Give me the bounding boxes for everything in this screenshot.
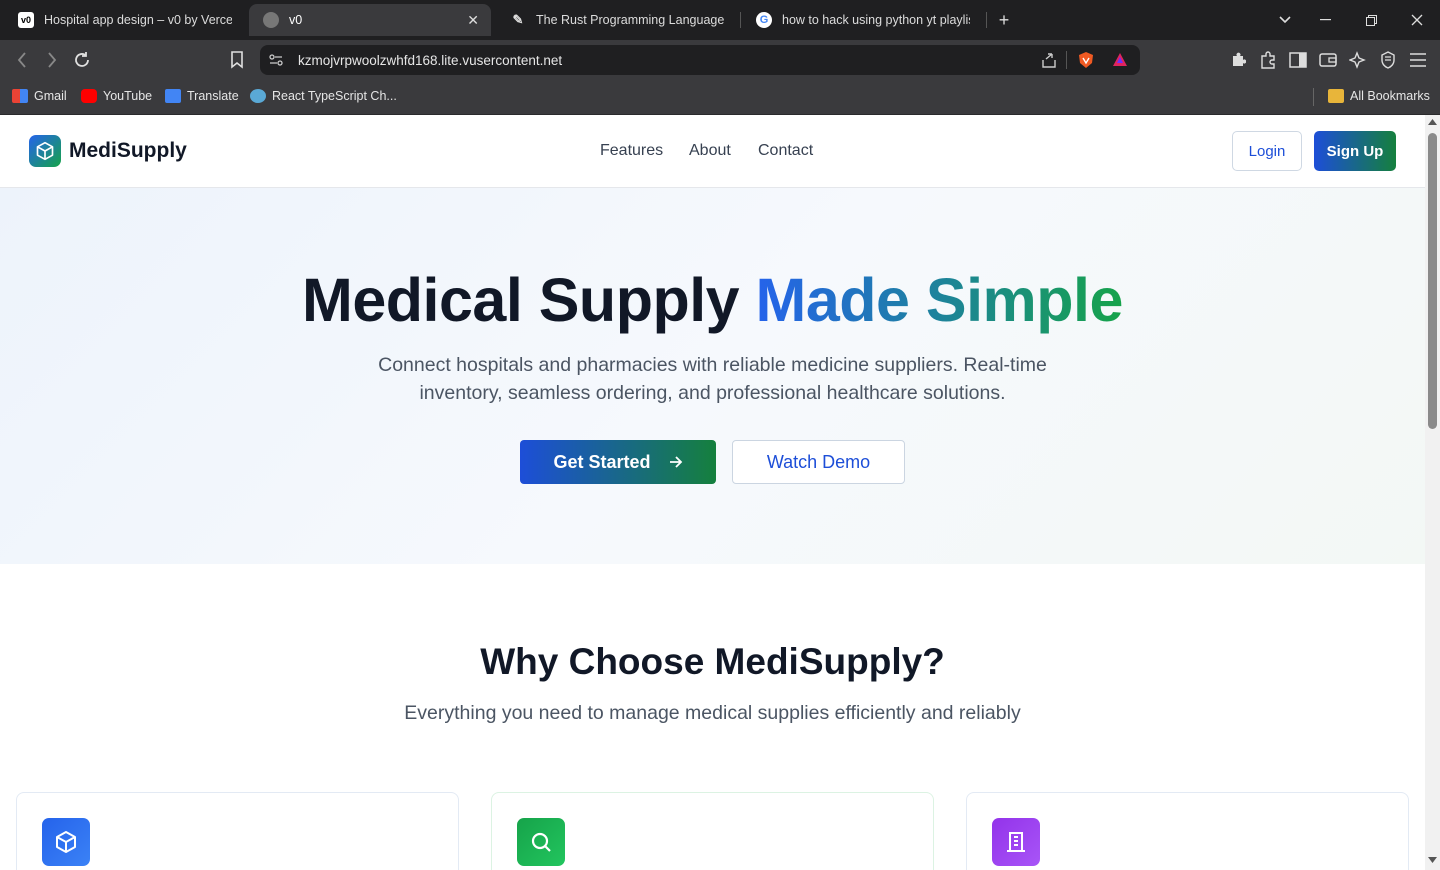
url-text: kzmojvrpwoolzwhfd168.lite.vusercontent.n… [298,53,563,68]
tab-google-search[interactable]: G how to hack using python yt playlists [742,4,982,36]
nav-link-contact[interactable]: Contact [758,142,813,160]
tab-title: The Rust Programming Language - T [536,13,724,27]
building-icon [992,818,1040,866]
wallet-icon[interactable] [1316,48,1340,72]
bookmarks-bar: Gmail YouTube Translate React TypeScript… [0,80,1440,115]
page-scrollbar[interactable] [1425,115,1440,870]
tab-search-chevron-icon[interactable] [1273,8,1297,32]
brave-shields-icon[interactable] [1077,51,1095,74]
bookmark-label: Gmail [34,89,67,103]
arrow-right-icon [669,456,682,468]
site-navbar: MediSupply Features About Contact Login … [0,115,1425,188]
leo-ai-icon[interactable] [1346,48,1370,72]
feature-card [16,792,459,870]
divider [1313,88,1314,106]
tab-separator [986,12,987,28]
scroll-down-icon[interactable] [1428,857,1437,863]
watch-demo-button[interactable]: Watch Demo [732,440,905,484]
globe-icon [263,12,279,28]
back-icon[interactable] [10,48,34,72]
hero-title-plain: Medical Supply [302,266,756,334]
address-bar[interactable]: kzmojvrpwoolzwhfd168.lite.vusercontent.n… [260,45,1140,75]
hero-section: Medical Supply Made Simple Connect hospi… [0,188,1425,564]
tab-v0[interactable]: v0 ✕ [249,4,491,36]
doc-icon: ✎ [512,12,524,27]
bookmark-icon[interactable] [225,48,249,72]
all-bookmarks-label: All Bookmarks [1350,89,1430,103]
youtube-icon [81,89,97,103]
features-title: Why Choose MediSupply? [480,641,945,682]
close-tab-icon[interactable]: ✕ [467,12,479,29]
tab-title: v0 [289,13,303,27]
browser-toolbar: kzmojvrpwoolzwhfd168.lite.vusercontent.n… [0,40,1440,80]
hero-title-highlight: Made Simple [755,266,1124,334]
forward-icon[interactable] [40,48,64,72]
bookmark-translate[interactable]: Translate [165,89,239,103]
extensions-icon[interactable] [1256,48,1280,72]
browser-tab-strip: v0 Hospital app design – v0 by Vercel v0… [0,0,1440,40]
translate-icon [165,89,181,103]
tab-title: Hospital app design – v0 by Vercel [44,13,232,27]
package-icon [42,818,90,866]
features-subtitle: Everything you need to manage medical su… [404,702,1021,724]
reload-icon[interactable] [70,48,94,72]
search-icon [517,818,565,866]
site-info-icon[interactable] [268,52,284,73]
bookmark-gmail[interactable]: Gmail [12,89,67,103]
google-icon: G [756,12,772,28]
feature-card [966,792,1409,870]
hero-subtitle: Connect hospitals and pharmacies with re… [378,354,1047,404]
minimize-icon[interactable] [1313,8,1337,32]
bookmark-react-typescript[interactable]: React TypeScript Ch... [250,89,397,103]
all-bookmarks-button[interactable]: All Bookmarks [1328,89,1430,103]
tab-title: how to hack using python yt playlists [782,13,970,27]
tab-hospital-app-design[interactable]: v0 Hospital app design – v0 by Vercel [4,4,244,36]
vpn-shield-icon[interactable] [1376,48,1400,72]
react-icon [250,89,266,103]
divider [1066,51,1067,69]
bookmark-label: YouTube [103,89,153,103]
nav-link-about[interactable]: About [689,142,731,160]
feature-card [491,792,934,870]
sidebar-icon[interactable] [1286,48,1310,72]
menu-icon[interactable] [1406,48,1430,72]
share-icon[interactable] [1040,51,1058,74]
tab-rust-book[interactable]: ✎ The Rust Programming Language - T [496,4,736,36]
login-button[interactable]: Login [1232,131,1302,171]
close-window-icon[interactable] [1405,8,1429,32]
sign-up-button[interactable]: Sign Up [1314,131,1396,171]
logo-package-icon[interactable] [29,135,61,167]
scroll-up-icon[interactable] [1428,119,1437,125]
scrollbar-thumb[interactable] [1428,133,1437,429]
bookmark-youtube[interactable]: YouTube [81,89,152,103]
v0-icon: v0 [18,12,34,28]
new-tab-icon[interactable]: + [992,8,1016,32]
tab-separator [740,12,741,28]
bookmark-label: Translate [187,89,239,103]
folder-icon [1328,89,1344,103]
gmail-icon [12,89,28,103]
nav-link-features[interactable]: Features [600,142,663,160]
bookmark-label: React TypeScript Ch... [272,89,397,103]
web-page: MediSupply Features About Contact Login … [0,115,1425,870]
restore-icon[interactable] [1359,8,1383,32]
brave-rewards-icon[interactable] [1111,51,1129,74]
get-started-button[interactable]: Get Started [520,440,716,484]
get-started-label: Get Started [553,451,651,472]
puzzle-piece-icon[interactable] [1226,48,1250,72]
hero-title: Medical Supply Made Simple [0,265,1425,335]
brand-name[interactable]: MediSupply [69,139,187,163]
